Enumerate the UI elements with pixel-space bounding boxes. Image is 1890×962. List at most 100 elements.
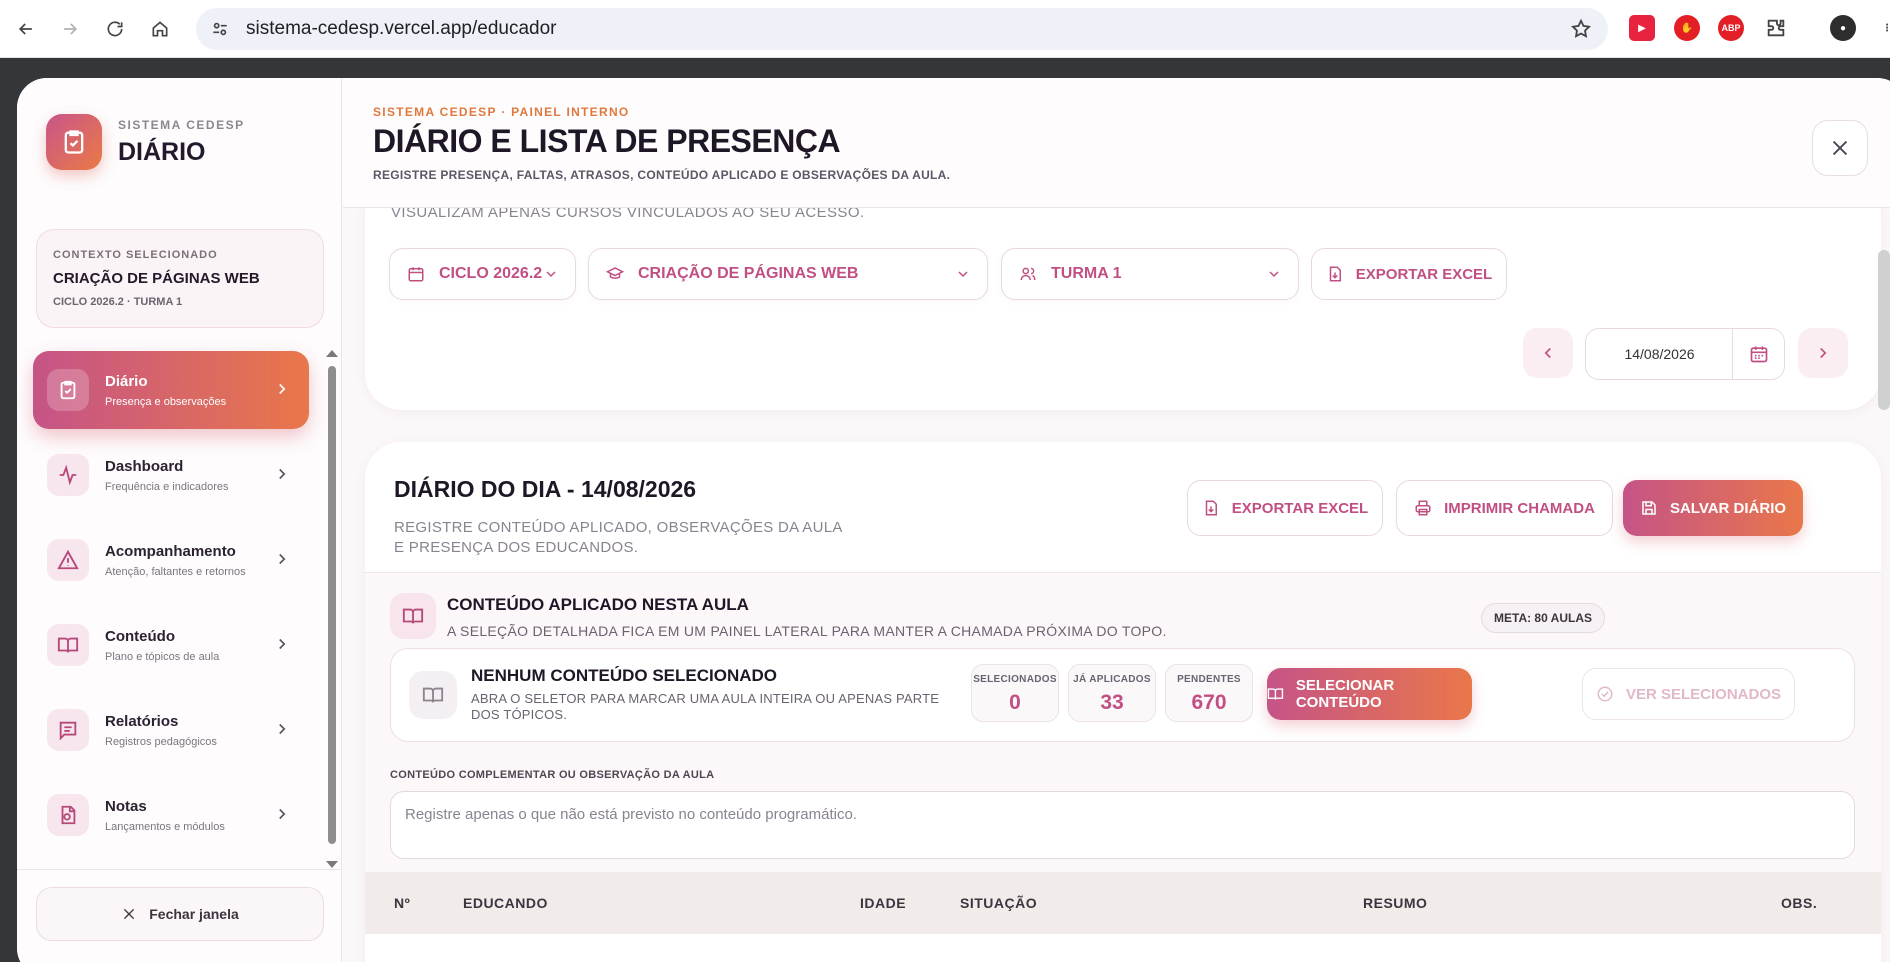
- stat-value: 0: [1009, 691, 1021, 714]
- calendar-icon[interactable]: [1732, 329, 1784, 379]
- sidebar-item-sub: Presença e observações: [105, 395, 227, 408]
- address-bar[interactable]: sistema-cedesp.vercel.app/educador: [196, 8, 1608, 50]
- date-value: 14/08/2026: [1624, 346, 1695, 362]
- calendar-icon: [408, 267, 424, 282]
- chevron-right-icon: [279, 638, 286, 650]
- selected-context-card: CONTEXTO SELECIONADO CRIAÇÃO DE PÁGINAS …: [36, 229, 324, 328]
- view-selected-label: VER SELECIONADOS: [1625, 685, 1782, 703]
- save-diary-button[interactable]: SALVAR DIÁRIO: [1623, 480, 1803, 536]
- sidebar-divider: [17, 869, 342, 870]
- column-header-student: EDUCANDO: [463, 895, 548, 911]
- save-icon: [1642, 501, 1656, 515]
- chevron-right-icon: [279, 468, 286, 480]
- sidebar-item-dashboard[interactable]: Dashboard Frequência e indicadores: [33, 436, 309, 514]
- sidebar-item-relatorios[interactable]: Relatórios Registros pedagógicos: [33, 691, 309, 769]
- context-title: CRIAÇÃO DE PÁGINAS WEB: [53, 270, 260, 287]
- sidebar-item-sub: Frequência e indicadores: [105, 480, 229, 493]
- next-date-button[interactable]: [1798, 328, 1848, 378]
- chevron-right-icon: [279, 553, 286, 565]
- close-icon: [124, 908, 135, 920]
- export-excel-diary-button[interactable]: EXPORTAR EXCEL: [1187, 480, 1383, 536]
- class-select[interactable]: TURMA 1: [1001, 248, 1299, 300]
- close-icon: [1832, 140, 1848, 156]
- course-select[interactable]: CRIAÇÃO DE PÁGINAS WEB: [588, 248, 988, 300]
- select-content-button[interactable]: SELECIONAR CONTEÚDO: [1267, 668, 1472, 720]
- sidebar-item-conteudo[interactable]: Conteúdo Plano e tópicos de aula: [33, 606, 309, 684]
- sidebar: SISTEMA CEDESP DIÁRIO CONTEXTO SELECIONA…: [17, 78, 342, 962]
- class-select-value: TURMA 1: [1051, 265, 1122, 282]
- forward-icon[interactable]: [50, 9, 90, 49]
- printer-icon: [1415, 500, 1431, 516]
- main-content: VISUALIZAM APENAS CURSOS VINCULADOS AO S…: [343, 78, 1890, 962]
- export-excel-filters-button[interactable]: EXPORTAR EXCEL: [1311, 248, 1507, 300]
- book-open-icon: [409, 671, 457, 719]
- profile-avatar-icon[interactable]: ●: [1830, 15, 1856, 41]
- previous-date-button[interactable]: [1523, 328, 1573, 378]
- extension-video-icon[interactable]: ▶: [1629, 15, 1655, 41]
- bookmark-star-icon[interactable]: [1570, 18, 1592, 40]
- sidebar-menu: Diário Presença e observações Dashboard …: [33, 351, 309, 861]
- view-selected-button[interactable]: VER SELECIONADOS: [1582, 668, 1795, 720]
- extensions-puzzle-icon[interactable]: [1763, 15, 1789, 41]
- context-sub: CICLO 2026.2 · TURMA 1: [53, 296, 183, 308]
- page-scrollbar[interactable]: [1878, 250, 1890, 410]
- column-header-summary: RESUMO: [1363, 895, 1428, 911]
- no-content-subtitle: ABRA O SELETOR PARA MARCAR UMA AULA INTE…: [471, 691, 940, 722]
- sidebar-item-title: Conteúdo: [105, 627, 175, 645]
- file-badge-icon: [47, 794, 89, 836]
- content-section-subtitle: A SELEÇÃO DETALHADA FICA EM UM PAINEL LA…: [447, 623, 1167, 639]
- column-header-number: Nº: [394, 895, 411, 911]
- page-header: SISTEMA CEDESP · PAINEL INTERNO DIÁRIO E…: [343, 78, 1890, 208]
- home-icon[interactable]: [140, 9, 180, 49]
- save-diary-label: SALVAR DIÁRIO: [1669, 499, 1787, 517]
- app-window: SISTEMA CEDESP DIÁRIO CONTEXTO SELECIONA…: [17, 78, 1890, 962]
- close-panel-button[interactable]: [1812, 120, 1868, 176]
- scroll-down-icon[interactable]: [326, 861, 338, 868]
- sidebar-item-diario[interactable]: Diário Presença e observações: [33, 351, 309, 429]
- export-excel-label: EXPORTAR EXCEL: [1355, 265, 1493, 283]
- scroll-up-icon[interactable]: [326, 350, 338, 357]
- activity-icon: [47, 454, 89, 496]
- stat-value: 33: [1100, 691, 1124, 714]
- extension-abp-icon[interactable]: ABP: [1718, 15, 1744, 41]
- chevron-left-icon: [1544, 347, 1551, 359]
- url-text: sistema-cedesp.vercel.app/educador: [246, 18, 557, 39]
- chevron-down-icon: [958, 271, 968, 278]
- chevron-right-icon: [279, 383, 286, 395]
- reload-icon[interactable]: [95, 9, 135, 49]
- diary-title: DIÁRIO DO DIA - 14/08/2026: [394, 476, 697, 502]
- date-field[interactable]: 14/08/2026: [1585, 328, 1785, 380]
- print-attendance-button[interactable]: IMPRIMIR CHAMADA: [1396, 480, 1613, 536]
- sidebar-item-sub: Atenção, faltantes e retornos: [105, 565, 246, 578]
- no-content-title: NENHUM CONTEÚDO SELECIONADO: [471, 666, 778, 685]
- sidebar-scrollbar[interactable]: [326, 350, 338, 868]
- chevron-down-icon: [1269, 271, 1279, 278]
- stat-value: 670: [1191, 691, 1227, 714]
- students-table-header: Nº EDUCANDO IDADE SITUAÇÃO RESUMO OBS.: [365, 872, 1881, 934]
- diary-card: DIÁRIO DO DIA - 14/08/2026 REGISTRE CONT…: [365, 442, 1881, 962]
- book-open-icon: [1267, 688, 1284, 700]
- chevron-down-icon: [546, 271, 556, 278]
- chevron-right-icon: [1820, 347, 1827, 359]
- browser-menu-icon[interactable]: ⋮: [1874, 15, 1890, 41]
- observation-textarea[interactable]: [390, 791, 1855, 859]
- sidebar-item-title: Dashboard: [105, 457, 184, 475]
- back-icon[interactable]: [6, 9, 46, 49]
- site-info-icon[interactable]: [210, 18, 232, 40]
- file-download-icon: [1329, 266, 1341, 282]
- extension-hand-icon[interactable]: ✋: [1674, 15, 1700, 41]
- column-header-status: SITUAÇÃO: [960, 895, 1038, 911]
- page-kicker: SISTEMA CEDESP · PAINEL INTERNO: [373, 105, 630, 119]
- book-open-icon: [390, 593, 436, 639]
- column-header-age: IDADE: [860, 895, 907, 911]
- sidebar-item-title: Acompanhamento: [105, 542, 236, 560]
- cycle-select[interactable]: CICLO 2026.2: [389, 248, 576, 300]
- sidebar-item-notas[interactable]: Notas Lançamentos e módulos: [33, 776, 309, 854]
- sidebar-item-title: Notas: [105, 797, 147, 815]
- chevron-right-icon: [279, 723, 286, 735]
- scrollbar-thumb[interactable]: [328, 366, 336, 844]
- close-window-button[interactable]: Fechar janela: [36, 887, 324, 941]
- stat-selected: SELECIONADOS 0: [971, 664, 1059, 722]
- sidebar-item-acompanhamento[interactable]: Acompanhamento Atenção, faltantes e reto…: [33, 521, 309, 599]
- sidebar-item-sub: Registros pedagógicos: [105, 735, 217, 748]
